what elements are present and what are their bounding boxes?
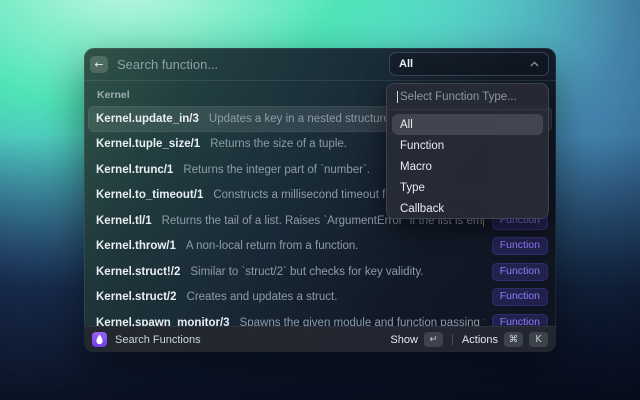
function-description: Creates and updates a struct. <box>186 291 338 304</box>
text-cursor <box>397 90 398 103</box>
function-type-badge: Function <box>491 288 548 307</box>
list-item[interactable]: Kernel.struct!/2 Similar to `struct/2` b… <box>88 259 552 285</box>
back-button[interactable]: ← <box>90 55 108 73</box>
command-title: Search Functions <box>115 333 201 346</box>
show-label: Show <box>390 333 418 346</box>
function-description: A non-local return from a function. <box>185 240 359 253</box>
function-type-dropdown: Select Function Type... All Function Mac… <box>386 83 549 219</box>
function-type-select-value: All <box>399 58 414 70</box>
dropdown-option-all[interactable]: All <box>392 114 543 135</box>
command-palette-window: ← Search function... All Kernel Kernel.u… <box>84 48 556 352</box>
function-name: Kernel.struct!/2 <box>96 265 181 278</box>
dropdown-option-macro[interactable]: Macro <box>392 156 543 177</box>
search-header: ← Search function... All <box>84 48 556 81</box>
dropdown-options: All Function Macro Type Callback <box>387 110 548 218</box>
dropdown-filter-input[interactable]: Select Function Type... <box>387 84 548 110</box>
divider <box>451 334 453 345</box>
function-name: Kernel.struct/2 <box>96 291 177 304</box>
function-name: Kernel.update_in/3 <box>96 112 199 125</box>
search-input[interactable]: Search function... <box>117 57 389 72</box>
dropdown-filter-placeholder: Select Function Type... <box>400 90 517 103</box>
enter-key-icon[interactable]: ↵ <box>423 332 443 347</box>
function-name: Kernel.trunc/1 <box>96 163 174 176</box>
cmd-key-icon[interactable]: ⌘ <box>504 332 523 347</box>
function-name: Kernel.to_timeout/1 <box>96 189 204 202</box>
footer-hints: Show ↵ Actions ⌘ K <box>390 332 548 347</box>
k-key-icon[interactable]: K <box>529 332 548 347</box>
dropdown-option-callback[interactable]: Callback <box>392 198 543 218</box>
back-arrow-icon: ← <box>94 57 104 71</box>
action-bar: Search Functions Show ↵ Actions ⌘ K <box>84 326 556 352</box>
chevron-up-icon <box>530 61 539 67</box>
function-name: Kernel.tl/1 <box>96 214 152 227</box>
actions-label: Actions <box>461 333 498 346</box>
function-type-badge: Function <box>491 237 548 256</box>
function-name: Kernel.tuple_size/1 <box>96 138 201 151</box>
function-name: Kernel.throw/1 <box>96 240 176 253</box>
dropdown-option-type[interactable]: Type <box>392 177 543 198</box>
function-type-select[interactable]: All <box>389 52 549 76</box>
dropdown-option-function[interactable]: Function <box>392 135 543 156</box>
list-item[interactable]: Kernel.struct/2 Creates and updates a st… <box>88 285 552 311</box>
elixir-drop-icon <box>92 332 107 347</box>
function-type-badge: Function <box>491 262 548 281</box>
list-item[interactable]: Kernel.throw/1 A non-local return from a… <box>88 234 552 260</box>
function-description: Similar to `struct/2` but checks for key… <box>190 265 424 278</box>
